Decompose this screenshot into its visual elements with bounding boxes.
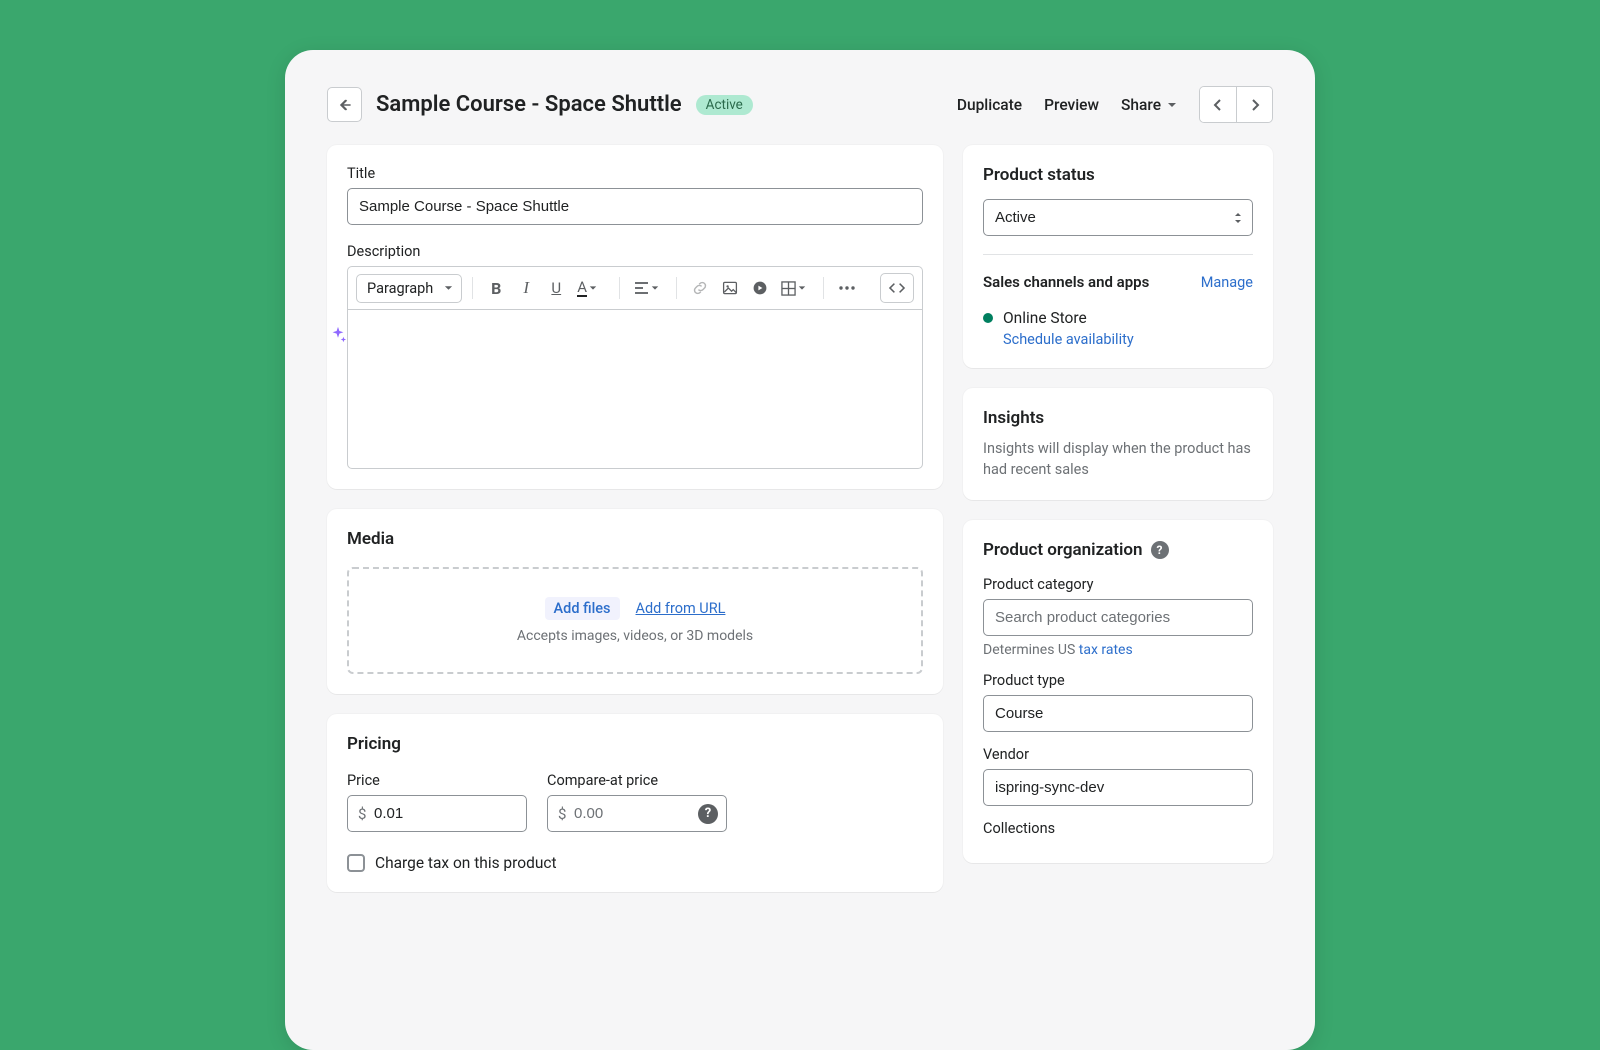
media-hint: Accepts images, videos, or 3D models — [359, 628, 911, 644]
tax-help-prefix: Determines US — [983, 642, 1079, 658]
product-type-label: Product type — [983, 672, 1253, 689]
caret-down-icon — [444, 284, 453, 293]
select-caret-icon — [1233, 211, 1243, 225]
caret-down-icon — [589, 284, 597, 292]
manage-channels-link[interactable]: Manage — [1201, 274, 1253, 291]
preview-button[interactable]: Preview — [1044, 96, 1099, 114]
align-left-icon — [634, 281, 649, 295]
next-button[interactable] — [1236, 87, 1272, 122]
insights-card: Insights Insights will display when the … — [963, 388, 1273, 500]
chevron-right-icon — [1249, 98, 1261, 112]
paragraph-style-dropdown[interactable]: Paragraph — [356, 274, 462, 303]
description-label: Description — [347, 243, 923, 260]
media-card: Media Add files Add from URL Accepts ima… — [327, 509, 943, 694]
text-color-button[interactable]: A — [573, 275, 609, 301]
add-files-button[interactable]: Add files — [545, 597, 620, 620]
divider — [983, 254, 1253, 255]
title-input[interactable] — [347, 188, 923, 225]
vendor-input[interactable] — [983, 769, 1253, 806]
title-description-card: Title Description Paragraph B I U A — [327, 145, 943, 489]
page-header: Sample Course - Space Shuttle Active Dup… — [327, 86, 1273, 123]
toolbar-separator — [472, 277, 473, 299]
toolbar-separator — [676, 277, 677, 299]
image-button[interactable] — [717, 275, 743, 301]
link-button[interactable] — [687, 275, 713, 301]
prev-button[interactable] — [1200, 87, 1236, 122]
caret-down-icon — [798, 284, 806, 292]
product-type-input[interactable] — [983, 695, 1253, 732]
compare-price-help-icon[interactable]: ? — [698, 804, 718, 824]
toolbar-separator — [619, 277, 620, 299]
insights-heading: Insights — [983, 408, 1253, 428]
caret-down-icon — [651, 284, 659, 292]
schedule-availability-link[interactable]: Schedule availability — [1003, 331, 1253, 348]
tax-rates-link[interactable]: tax rates — [1079, 642, 1133, 658]
charge-tax-label: Charge tax on this product — [375, 854, 557, 872]
insights-body: Insights will display when the product h… — [983, 438, 1253, 480]
vendor-label: Vendor — [983, 746, 1253, 763]
bold-button[interactable]: B — [483, 275, 509, 301]
ellipsis-icon — [838, 285, 856, 291]
title-label: Title — [347, 165, 923, 182]
organization-heading: Product organization — [983, 540, 1143, 560]
table-button[interactable] — [777, 275, 813, 301]
price-label: Price — [347, 772, 527, 789]
page-title: Sample Course - Space Shuttle — [376, 92, 682, 117]
product-status-card: Product status Sales channels and apps M… — [963, 145, 1273, 368]
media-dropzone[interactable]: Add files Add from URL Accepts images, v… — [347, 567, 923, 674]
product-editor-window: Sample Course - Space Shuttle Active Dup… — [285, 50, 1315, 1050]
video-button[interactable] — [747, 275, 773, 301]
link-icon — [692, 280, 708, 296]
description-editor[interactable] — [347, 309, 923, 469]
back-button[interactable] — [327, 87, 362, 122]
share-label: Share — [1121, 96, 1161, 114]
currency-symbol: $ — [358, 805, 366, 823]
toolbar-separator — [823, 277, 824, 299]
underline-button[interactable]: U — [543, 275, 569, 301]
style-dropdown-label: Paragraph — [367, 280, 433, 297]
status-badge: Active — [696, 95, 753, 115]
rte-toolbar: Paragraph B I U A — [347, 266, 923, 309]
compare-price-label: Compare-at price — [547, 772, 727, 789]
table-icon — [781, 281, 796, 296]
chevron-left-icon — [1212, 98, 1224, 112]
caret-down-icon — [1167, 100, 1177, 110]
channel-status-dot-icon — [983, 313, 993, 323]
share-dropdown[interactable]: Share — [1121, 96, 1177, 114]
pricing-heading: Pricing — [347, 734, 923, 754]
sparkle-icon — [329, 326, 347, 344]
price-input[interactable] — [347, 795, 527, 832]
prev-next-nav — [1199, 86, 1273, 123]
italic-button[interactable]: I — [513, 275, 539, 301]
media-heading: Media — [347, 529, 923, 549]
more-button[interactable] — [834, 275, 860, 301]
align-button[interactable] — [630, 275, 666, 301]
code-icon — [888, 281, 906, 295]
duplicate-button[interactable]: Duplicate — [957, 96, 1022, 114]
charge-tax-checkbox[interactable] — [347, 854, 365, 872]
status-select[interactable] — [983, 199, 1253, 236]
pricing-card: Pricing Price $ Compare-at price — [327, 714, 943, 892]
channel-name: Online Store — [1003, 309, 1087, 327]
channels-heading: Sales channels and apps — [983, 273, 1149, 291]
code-view-button[interactable] — [880, 273, 914, 303]
collections-label: Collections — [983, 820, 1253, 837]
organization-info-icon[interactable]: ? — [1151, 541, 1169, 559]
currency-symbol: $ — [558, 805, 566, 823]
play-circle-icon — [752, 280, 768, 296]
add-from-url-link[interactable]: Add from URL — [636, 600, 726, 617]
product-organization-card: Product organization ? Product category … — [963, 520, 1273, 863]
category-label: Product category — [983, 576, 1253, 593]
category-input[interactable] — [983, 599, 1253, 636]
image-icon — [722, 280, 738, 296]
status-heading: Product status — [983, 165, 1253, 185]
